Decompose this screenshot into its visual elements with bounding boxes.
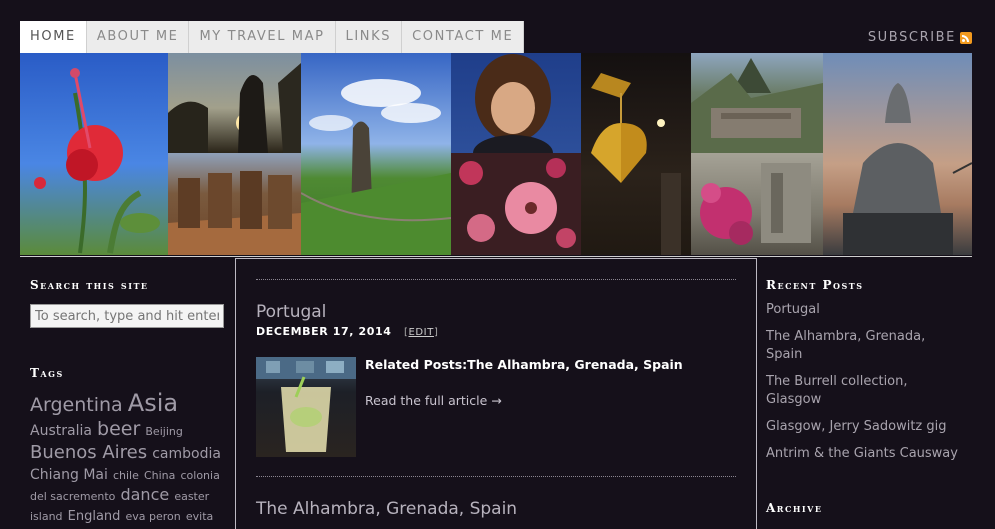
banner-photo-moai [301,53,451,255]
recent-post-link[interactable]: Antrim & the Giants Causway [766,445,966,463]
tag-link[interactable]: Asia [128,389,178,417]
tag-link[interactable]: eva peron [126,510,181,523]
banner-photo-ruins-flowers [691,153,823,255]
recent-post-link[interactable]: Glasgow, Jerry Sadowitz gig [766,418,966,436]
tag-link[interactable]: Australia [30,423,92,439]
nav-links[interactable]: LINKS [336,21,403,53]
post-date: DECEMBER 17, 2014 [256,325,392,338]
post-title[interactable]: Portugal [256,302,326,322]
post-divider [256,279,736,280]
post-title[interactable]: The Alhambra, Grenada, Spain [256,499,517,519]
banner-photo-hibiscus [20,53,168,255]
tag-link[interactable]: dance [120,485,169,504]
edit-link[interactable]: EDIT [408,327,433,338]
tag-link[interactable]: China [144,469,175,482]
tag-link[interactable]: Chiang Mai [30,467,108,483]
tag-link[interactable]: chile [113,469,139,482]
banner-photo-shiva-statue [823,53,972,255]
tag-link[interactable]: Buenos Aires [30,442,147,463]
tag-link[interactable]: evita [186,510,213,523]
tag-link[interactable]: Beijing [145,425,182,438]
recent-posts-list: Portugal The Alhambra, Grenada, Spain Th… [766,301,966,463]
recent-posts-heading: Recent Posts [766,278,864,292]
main-nav: HOME ABOUT ME MY TRAVEL MAP LINKS CONTAC… [20,21,525,53]
nav-contact-me[interactable]: CONTACT ME [402,21,525,53]
tag-link[interactable]: easter [174,490,209,503]
banner-photo-machu-picchu [691,53,823,153]
banner-photo-sunset-statue [168,53,301,153]
search-heading: Search this site [30,278,149,292]
tag-link[interactable]: island [30,510,63,523]
nav-home[interactable]: HOME [20,21,87,53]
nav-about-me[interactable]: ABOUT ME [87,21,190,53]
related-posts[interactable]: Related Posts:The Alhambra, Grenada, Spa… [365,357,683,372]
subscribe-label: SUBSCRIBE [867,30,956,45]
recent-post-link[interactable]: The Alhambra, Grenada, Spain [766,328,936,364]
tag-link[interactable]: colonia [180,469,219,482]
post-thumbnail[interactable] [256,357,356,457]
banner-photo-portrait [451,53,581,153]
tags-heading: Tags [30,366,64,380]
banner-photo-angkor [168,153,301,255]
tag-link[interactable]: beer [97,418,140,440]
rss-icon [960,31,972,44]
main-content: Portugal DECEMBER 17, 2014 [EDIT] Relate… [235,258,757,529]
recent-post-link[interactable]: The Burrell collection, Glasgow [766,373,936,409]
tag-link[interactable]: cambodia [152,446,221,462]
post-divider [256,476,736,477]
banner-photo-pink-flowers [451,153,581,255]
banner-photo-golden-ornament [581,53,691,255]
subscribe-link[interactable]: SUBSCRIBE [868,30,972,45]
tag-link[interactable]: Argentina [30,394,123,416]
recent-post-link[interactable]: Portugal [766,301,966,319]
tag-link[interactable]: del sacremento [30,490,115,503]
search-input[interactable] [30,304,224,328]
tag-link[interactable]: England [68,509,121,524]
read-more-link[interactable]: Read the full article → [365,393,502,408]
header-photo-banner [20,53,972,255]
tag-cloud: Argentina Asia Australia beer Beijing Bu… [30,388,226,525]
nav-travel-map[interactable]: MY TRAVEL MAP [189,21,336,53]
banner-divider [20,256,972,257]
post-meta: DECEMBER 17, 2014 [EDIT] [256,325,438,338]
archive-heading: Archive [766,501,823,515]
right-sidebar: Recent Posts Portugal The Alhambra, Gren… [766,278,966,515]
edit-link-wrapper: [EDIT] [403,327,439,338]
left-sidebar: Search this site Tags Argentina Asia Aus… [30,278,226,525]
